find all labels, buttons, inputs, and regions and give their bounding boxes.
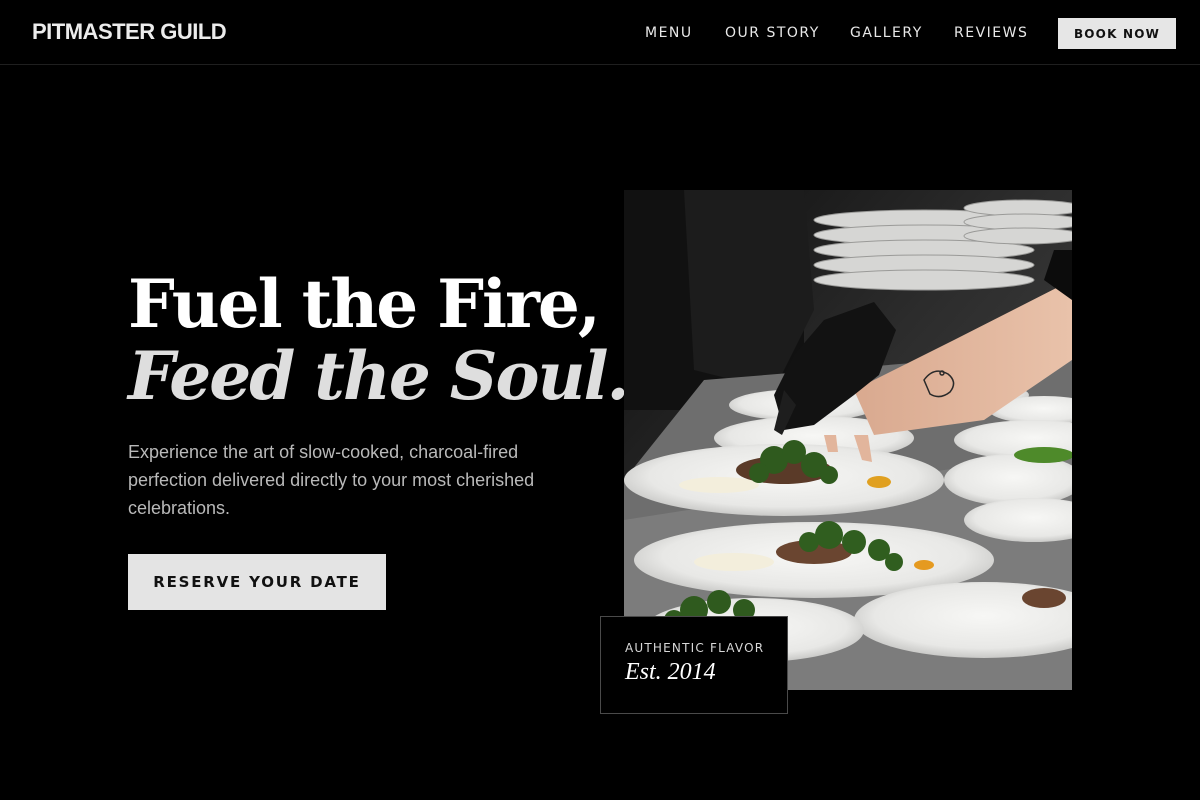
plating-photo — [624, 190, 1072, 690]
badge-year: Est. 2014 — [625, 659, 716, 685]
nav-link-reviews[interactable]: REVIEWS — [954, 22, 1028, 44]
nav-link-menu[interactable]: MENU — [645, 22, 693, 44]
nav-link-our-story[interactable]: OUR STORY — [725, 22, 820, 44]
book-now-button[interactable]: BOOK NOW — [1058, 18, 1176, 49]
top-navbar: PITMASTER GUILD MENU OUR STORY GALLERY R… — [0, 0, 1200, 65]
hero-subtitle: Experience the art of slow-cooked, charc… — [128, 442, 535, 518]
nav-link-gallery[interactable]: GALLERY — [850, 22, 923, 44]
established-badge: AUTHENTIC FLAVOR Est. 2014 — [600, 616, 788, 714]
badge-caption: AUTHENTIC FLAVOR — [625, 641, 765, 655]
hero-title-line2: Feed the Soul. — [128, 337, 630, 415]
hero-title-line1: Fuel the Fire, — [128, 265, 601, 343]
main-nav: MENU OUR STORY GALLERY REVIEWS — [0, 22, 1200, 44]
hero-title: Fuel the Fire, Feed the Soul. — [128, 265, 630, 415]
reserve-date-button[interactable]: RESERVE YOUR DATE — [128, 554, 386, 610]
